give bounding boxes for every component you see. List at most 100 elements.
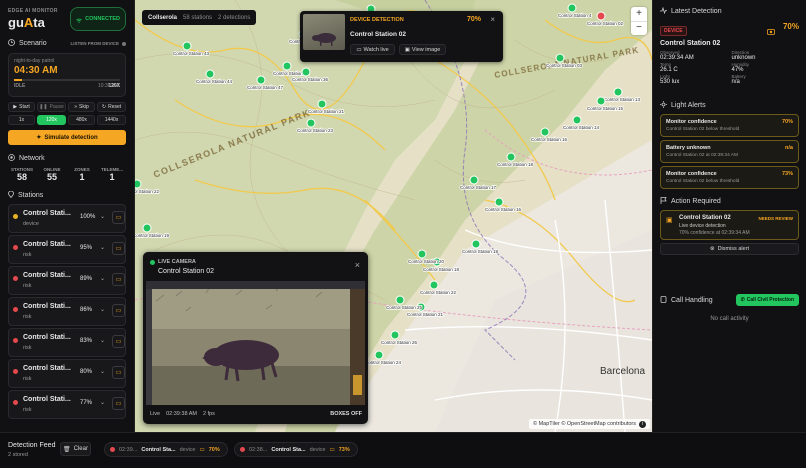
trash-icon: 🗑︎	[63, 446, 71, 453]
chevron-down-icon[interactable]: ⌄	[100, 306, 105, 313]
start-button[interactable]: ▶ Start	[8, 102, 36, 112]
action-station: Control Station 02	[679, 215, 731, 221]
detection-popup: DEVICE DETECTION 70% × Control Station 0…	[300, 11, 503, 62]
detection-popup-station: Control Station 02	[350, 31, 406, 38]
scenario-heading: Scenario	[8, 39, 47, 48]
camera-button[interactable]: ▭	[112, 242, 125, 255]
listen-toggle[interactable]: LISTEN FROM DEVICE	[70, 41, 126, 46]
map-marker-label: Control Station 19	[462, 249, 499, 254]
alert-icon: ▣	[666, 217, 673, 224]
speed-1x[interactable]: 1x	[8, 115, 36, 125]
boxes-toggle[interactable]: BOXES OFF	[330, 411, 362, 417]
map-marker[interactable]	[282, 61, 292, 71]
map-marker[interactable]	[471, 239, 481, 249]
dismiss-alert-button[interactable]: ⊗ Dismiss alert	[660, 243, 799, 255]
chevron-down-icon[interactable]: ⌄	[100, 244, 105, 251]
map-marker[interactable]	[135, 179, 142, 189]
map-marker[interactable]	[540, 127, 550, 137]
camera-button[interactable]: ▭	[112, 366, 125, 379]
speed-1440x[interactable]: 1440x	[97, 115, 126, 125]
map-marker[interactable]	[506, 152, 516, 162]
scenario-progress	[14, 79, 120, 81]
map-marker[interactable]	[555, 53, 565, 63]
left-panel: EDGE AI MONITOR guAta CONNECTED Scenario…	[0, 0, 135, 432]
skip-button[interactable]: » Skip	[68, 102, 96, 112]
map-marker[interactable]	[306, 118, 316, 128]
zoom-out-button[interactable]: −	[631, 21, 647, 35]
info-icon[interactable]: i	[639, 420, 646, 428]
pause-icon: ❚❚	[39, 104, 48, 110]
speed-120x[interactable]: 120x	[37, 115, 66, 125]
map-marker[interactable]	[494, 197, 504, 207]
station-confidence: 89%	[80, 276, 93, 282]
watch-live-button[interactable]: ▭ Watch live	[350, 44, 395, 55]
map-marker[interactable]	[567, 3, 577, 13]
station-row[interactable]: Control Stati... risk 77% ⌄ ▭	[8, 390, 126, 419]
map-marker[interactable]	[317, 99, 327, 109]
station-row[interactable]: Control Stati... risk 89% ⌄ ▭	[8, 266, 126, 295]
camera-button[interactable]: ▭	[112, 273, 125, 286]
camera-button[interactable]: ▭	[112, 335, 125, 348]
map-marker-label: Control Station 23	[297, 128, 334, 133]
chevron-down-icon[interactable]: ⌄	[100, 368, 105, 375]
live-camera-station: Control Station 02	[158, 268, 215, 275]
map-marker[interactable]	[374, 350, 384, 360]
view-image-button[interactable]: ▣ View image	[399, 44, 446, 55]
light-alerts-heading: Light Alerts	[660, 101, 799, 110]
station-row[interactable]: Control Stati... device 100% ⌄ ▭	[8, 204, 126, 233]
map-marker[interactable]	[417, 249, 427, 259]
alert-item[interactable]: Battery unknown n/a Control Station 02 at …	[660, 140, 799, 163]
speed-480x[interactable]: 480x	[68, 115, 96, 125]
feed-item-1[interactable]: 02:39... Control Sta... device ▭ 70%	[104, 442, 228, 457]
chevron-down-icon[interactable]: ⌄	[100, 213, 105, 220]
map-marker[interactable]	[390, 330, 400, 340]
status-dot-icon	[13, 307, 18, 312]
station-row[interactable]: Control Stati... risk 80% ⌄ ▭	[8, 359, 126, 388]
map-view[interactable]: COLLSEROLA NATURAL PARK COLLSEROLA NATUR…	[135, 0, 652, 432]
detection-thumbnail[interactable]	[303, 14, 345, 50]
map-marker[interactable]	[142, 223, 152, 233]
map-marker-label: Control Station 22	[135, 189, 160, 194]
alert-item[interactable]: Monitor confidence 73% Control Station 02 …	[660, 166, 799, 189]
camera-button[interactable]: ▭	[112, 304, 125, 317]
alert-item[interactable]: Monitor confidence 70% Control Station 02 …	[660, 114, 799, 137]
call-civil-protection-button[interactable]: ✆ Call Civil Protection	[735, 294, 799, 306]
station-sub: risk	[23, 314, 32, 320]
camera-button[interactable]: ▭	[112, 211, 125, 224]
map-marker[interactable]	[469, 175, 479, 185]
map-marker[interactable]	[256, 75, 266, 85]
pause-button[interactable]: ❚❚ Pause	[37, 102, 66, 112]
detection-popup-close-button[interactable]: ×	[490, 15, 495, 24]
map-marker[interactable]	[596, 96, 606, 106]
map-marker[interactable]	[182, 41, 192, 51]
network-heading: Network	[8, 154, 126, 163]
map-marker[interactable]	[596, 11, 606, 21]
camera-button[interactable]: ▭	[112, 397, 125, 410]
live-camera-panel: LIVE CAMERA Control Station 02 × Live 02:…	[143, 252, 368, 424]
feed-item-2[interactable]: 02:38... Control Sta... device ▭ 73%	[234, 442, 358, 457]
zoom-in-button[interactable]: +	[631, 7, 647, 21]
station-row[interactable]: Control Stati... risk 86% ⌄ ▭	[8, 297, 126, 326]
station-row[interactable]: Control Stati... risk 83% ⌄ ▭	[8, 328, 126, 357]
latest-field: Direction unknown	[731, 50, 756, 61]
chevron-down-icon[interactable]: ⌄	[100, 275, 105, 282]
chevron-down-icon[interactable]: ⌄	[100, 337, 105, 344]
live-camera-feed[interactable]	[146, 281, 365, 405]
map-marker[interactable]	[572, 115, 582, 125]
map-marker[interactable]	[613, 87, 623, 97]
map-station-count: 58 stations	[183, 14, 213, 21]
map-marker-label: Control Station 4	[558, 13, 592, 18]
stations-heading: Stations	[8, 190, 126, 200]
map-marker[interactable]	[205, 69, 215, 79]
station-confidence: 83%	[80, 338, 93, 344]
clear-feed-button[interactable]: 🗑︎ Clear	[60, 442, 91, 456]
station-confidence: 100%	[80, 214, 96, 220]
live-camera-close-button[interactable]: ×	[355, 260, 360, 270]
reset-button[interactable]: ↻ Reset	[97, 102, 126, 112]
simulate-detection-button[interactable]: ✦ Simulate detection	[8, 130, 126, 145]
map-marker[interactable]	[395, 295, 405, 305]
map-marker[interactable]	[429, 280, 439, 290]
map-marker[interactable]	[301, 67, 311, 77]
station-row[interactable]: Control Stati... risk 95% ⌄ ▭	[8, 235, 126, 264]
chevron-down-icon[interactable]: ⌄	[100, 399, 105, 406]
